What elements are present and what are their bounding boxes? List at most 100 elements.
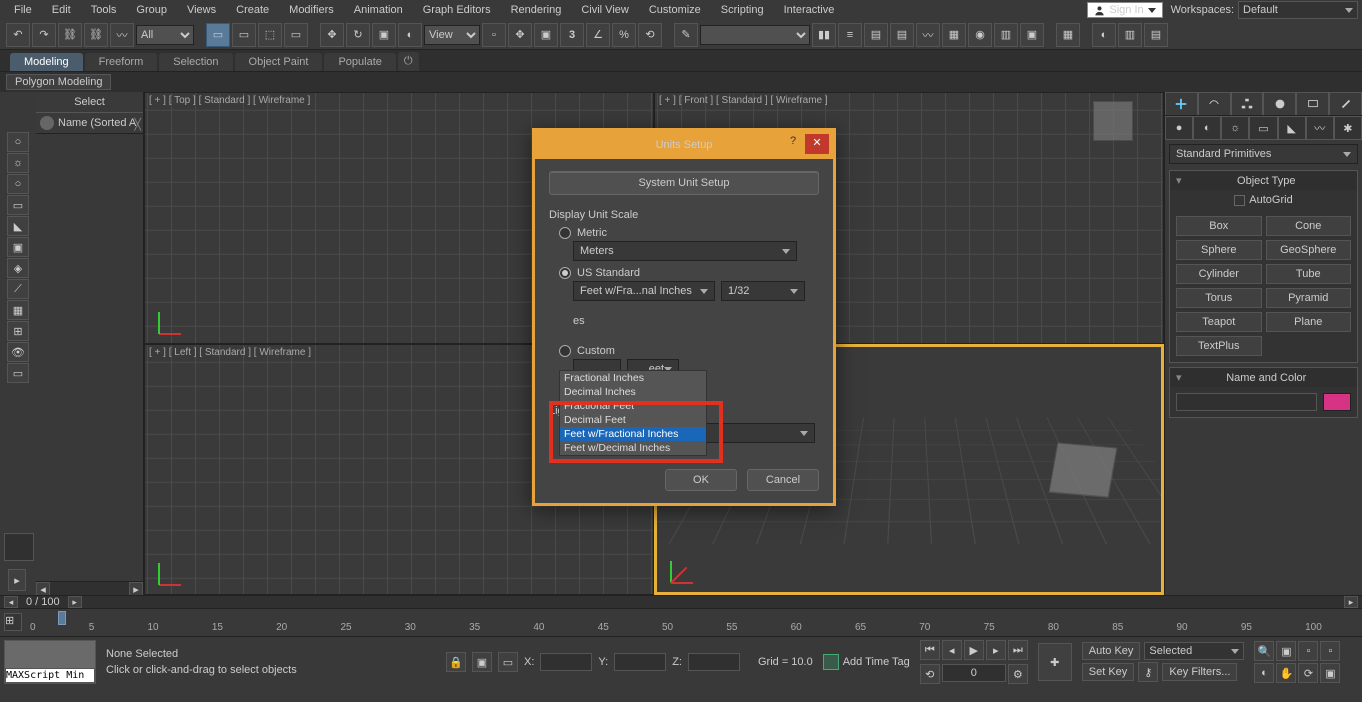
time-config-icon[interactable]: ⚙ xyxy=(1008,664,1028,684)
metric-radio[interactable] xyxy=(559,227,571,239)
hierarchy-tab[interactable] xyxy=(1231,92,1264,115)
cameras-subtype-icon[interactable]: ▭ xyxy=(1249,116,1277,140)
hscroll-right-icon[interactable]: ▸ xyxy=(68,596,82,608)
isolate-icon[interactable]: ▣ xyxy=(472,652,492,672)
spacewarps-subtype-icon[interactable]: 〰 xyxy=(1306,116,1334,140)
textplus-button[interactable]: TextPlus xyxy=(1176,336,1262,356)
display-tab[interactable] xyxy=(1296,92,1329,115)
ribbon-tab-objectpaint[interactable]: Object Paint xyxy=(235,53,323,71)
ribbon-tab-freeform[interactable]: Freeform xyxy=(85,53,158,71)
placement-button[interactable]: ◐ xyxy=(398,23,422,47)
scene-sort-row[interactable]: Name (Sorted A xyxy=(36,112,143,134)
window-crossing-button[interactable]: ▭ xyxy=(284,23,308,47)
autogrid-checkbox[interactable] xyxy=(1234,195,1245,206)
ls-eye-icon[interactable]: 👁 xyxy=(7,342,29,362)
z-input[interactable] xyxy=(688,653,740,671)
zoom-icon[interactable]: 🔍 xyxy=(1254,641,1274,661)
ls-group-icon[interactable]: ▦ xyxy=(7,300,29,320)
timetag-icon[interactable] xyxy=(823,654,839,670)
color-swatch[interactable] xyxy=(1323,393,1351,411)
create-tab[interactable] xyxy=(1165,92,1198,115)
link-button[interactable]: ⛓ xyxy=(58,23,82,47)
selection-lock-icon[interactable]: ▭ xyxy=(498,652,518,672)
align-button[interactable]: ≡ xyxy=(838,23,862,47)
viewcube-icon[interactable] xyxy=(1093,101,1133,141)
mirror-button[interactable]: ▮▮ xyxy=(812,23,836,47)
pyramid-button[interactable]: Pyramid xyxy=(1266,288,1352,308)
share-view-button[interactable]: ▤ xyxy=(1144,23,1168,47)
toggle-ribbon-button[interactable]: ▤ xyxy=(890,23,914,47)
teapot-button[interactable]: Teapot xyxy=(1176,312,1262,332)
select-object-button[interactable]: ▭ xyxy=(206,23,230,47)
dialog-titlebar[interactable]: Units Setup ? ✕ xyxy=(535,131,833,159)
prev-frame-icon[interactable]: ◂ xyxy=(942,640,962,660)
select-name-button[interactable]: ▭ xyxy=(232,23,256,47)
move-button[interactable]: ✥ xyxy=(320,23,344,47)
hscroll-left-icon[interactable]: ◂ xyxy=(4,596,18,608)
x-input[interactable] xyxy=(540,653,592,671)
scale-button[interactable]: ▣ xyxy=(372,23,396,47)
dropdown-option[interactable]: Decimal Feet xyxy=(560,413,706,427)
lock-selection-icon[interactable]: 🔒 xyxy=(446,652,466,672)
dropdown-option[interactable]: Fractional Feet xyxy=(560,399,706,413)
ribbon-tab-toggle[interactable]: ⏻ xyxy=(398,52,419,71)
unlink-button[interactable]: ⛓ xyxy=(84,23,108,47)
modify-tab[interactable] xyxy=(1198,92,1231,115)
ribbon-tab-modeling[interactable]: Modeling xyxy=(10,53,83,71)
undo-button[interactable]: ↶ xyxy=(6,23,30,47)
us-standard-radio[interactable] xyxy=(559,267,571,279)
setkey-icon[interactable]: ⚷ xyxy=(1138,662,1158,682)
next-frame-icon[interactable]: ▸ xyxy=(986,640,1006,660)
ribbon-tab-populate[interactable]: Populate xyxy=(324,53,395,71)
ls-light-icon[interactable]: ☼ xyxy=(7,153,29,173)
play-icon[interactable]: ▶ xyxy=(964,640,984,660)
key-filter-dropdown[interactable]: Selected xyxy=(1144,642,1244,660)
menu-customize[interactable]: Customize xyxy=(639,2,711,18)
ribbon-tab-selection[interactable]: Selection xyxy=(159,53,232,71)
viewport-left-label[interactable]: [ + ] [ Left ] [ Standard ] [ Wireframe … xyxy=(149,347,311,358)
schematic-button[interactable]: ▦ xyxy=(942,23,966,47)
dialog-help-icon[interactable]: ? xyxy=(783,135,803,153)
zoom-extents-all-icon[interactable]: ▫ xyxy=(1320,641,1340,661)
current-frame-input[interactable]: 0 xyxy=(942,664,1006,682)
dropdown-option-selected[interactable]: Feet w/Fractional Inches xyxy=(560,427,706,441)
keyfilters-button[interactable]: Key Filters... xyxy=(1162,663,1237,681)
render-button[interactable]: ▦ xyxy=(1056,23,1080,47)
metric-dropdown[interactable]: Meters xyxy=(573,241,797,261)
hscroll-rightend-icon[interactable]: ▸ xyxy=(1344,596,1358,608)
object-name-input[interactable] xyxy=(1176,393,1317,411)
tube-button[interactable]: Tube xyxy=(1266,264,1352,284)
ls-xref-icon[interactable]: ⊞ xyxy=(7,321,29,341)
viewport-front-label[interactable]: [ + ] [ Front ] [ Standard ] [ Wireframe… xyxy=(659,95,828,106)
ls-camera-icon[interactable]: ▭ xyxy=(7,195,29,215)
menu-animation[interactable]: Animation xyxy=(344,2,413,18)
helpers-subtype-icon[interactable]: ◣ xyxy=(1278,116,1306,140)
material-editor-button[interactable]: ◉ xyxy=(968,23,992,47)
menu-scripting[interactable]: Scripting xyxy=(711,2,774,18)
torus-button[interactable]: Torus xyxy=(1176,288,1262,308)
utilities-tab[interactable] xyxy=(1329,92,1362,115)
orbit-icon[interactable]: ⟳ xyxy=(1298,663,1318,683)
box-button[interactable]: Box xyxy=(1176,216,1262,236)
menu-grapheditors[interactable]: Graph Editors xyxy=(413,2,501,18)
goto-end-icon[interactable]: ⏭ xyxy=(1008,640,1028,660)
timeline-config-icon[interactable]: ⊞ xyxy=(4,613,22,631)
geosphere-button[interactable]: GeoSphere xyxy=(1266,240,1352,260)
geometry-subtype-icon[interactable]: ● xyxy=(1165,116,1193,140)
menu-interactive[interactable]: Interactive xyxy=(774,2,845,18)
plane-button[interactable]: Plane xyxy=(1266,312,1352,332)
viewport-layout-icon[interactable] xyxy=(4,533,34,561)
zoom-extents-icon[interactable]: ▫ xyxy=(1298,641,1318,661)
cylinder-button[interactable]: Cylinder xyxy=(1176,264,1262,284)
menu-group[interactable]: Group xyxy=(126,2,177,18)
menu-create[interactable]: Create xyxy=(226,2,279,18)
ls-space-icon[interactable]: ▣ xyxy=(7,237,29,257)
zoom-all-icon[interactable]: ▣ xyxy=(1276,641,1296,661)
systems-subtype-icon[interactable]: ✱ xyxy=(1334,116,1362,140)
ls-bone-icon[interactable]: ⟋ xyxy=(7,279,29,299)
angle-snap-button[interactable]: ∠ xyxy=(586,23,610,47)
menu-modifiers[interactable]: Modifiers xyxy=(279,2,344,18)
fov-icon[interactable]: ◐ xyxy=(1254,663,1274,683)
setkey-button[interactable]: Set Key xyxy=(1082,663,1135,681)
manipulate-button[interactable]: ✥ xyxy=(508,23,532,47)
